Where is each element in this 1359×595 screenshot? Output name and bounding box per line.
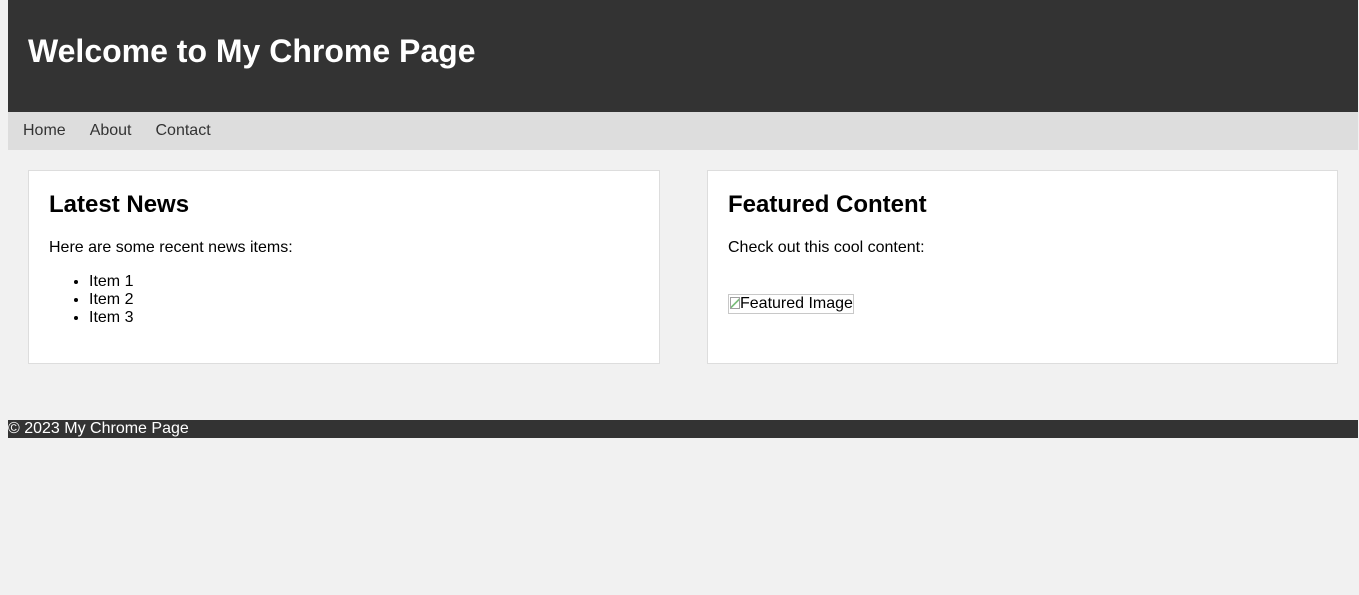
featured-image: Featured Image — [728, 294, 854, 314]
nav-link-home[interactable]: Home — [23, 122, 66, 140]
list-item: Item 1 — [89, 273, 639, 291]
page-title: Welcome to My Chrome Page — [28, 33, 476, 69]
featured-image-alt: Featured Image — [740, 295, 853, 312]
news-list: Item 1 Item 2 Item 3 — [49, 273, 639, 327]
nav-bar: Home About Contact — [8, 112, 1358, 150]
latest-news-card: Latest News Here are some recent news it… — [28, 170, 660, 364]
list-item: Item 3 — [89, 309, 639, 327]
featured-content-heading: Featured Content — [728, 191, 927, 218]
latest-news-intro: Here are some recent news items: — [49, 239, 293, 256]
footer-text: © 2023 My Chrome Page — [8, 420, 189, 437]
nav-link-contact[interactable]: Contact — [156, 122, 211, 140]
site-header: Welcome to My Chrome Page — [8, 0, 1358, 112]
featured-content-intro: Check out this cool content: — [728, 239, 925, 256]
broken-image-icon — [730, 297, 740, 309]
main-content: Latest News Here are some recent news it… — [8, 150, 1358, 364]
latest-news-heading: Latest News — [49, 191, 190, 218]
page: Welcome to My Chrome Page Home About Con… — [8, 0, 1358, 438]
featured-content-card: Featured Content Check out this cool con… — [707, 170, 1338, 364]
site-footer: © 2023 My Chrome Page — [8, 420, 1358, 438]
nav-link-about[interactable]: About — [90, 122, 132, 140]
list-item: Item 2 — [89, 291, 639, 309]
